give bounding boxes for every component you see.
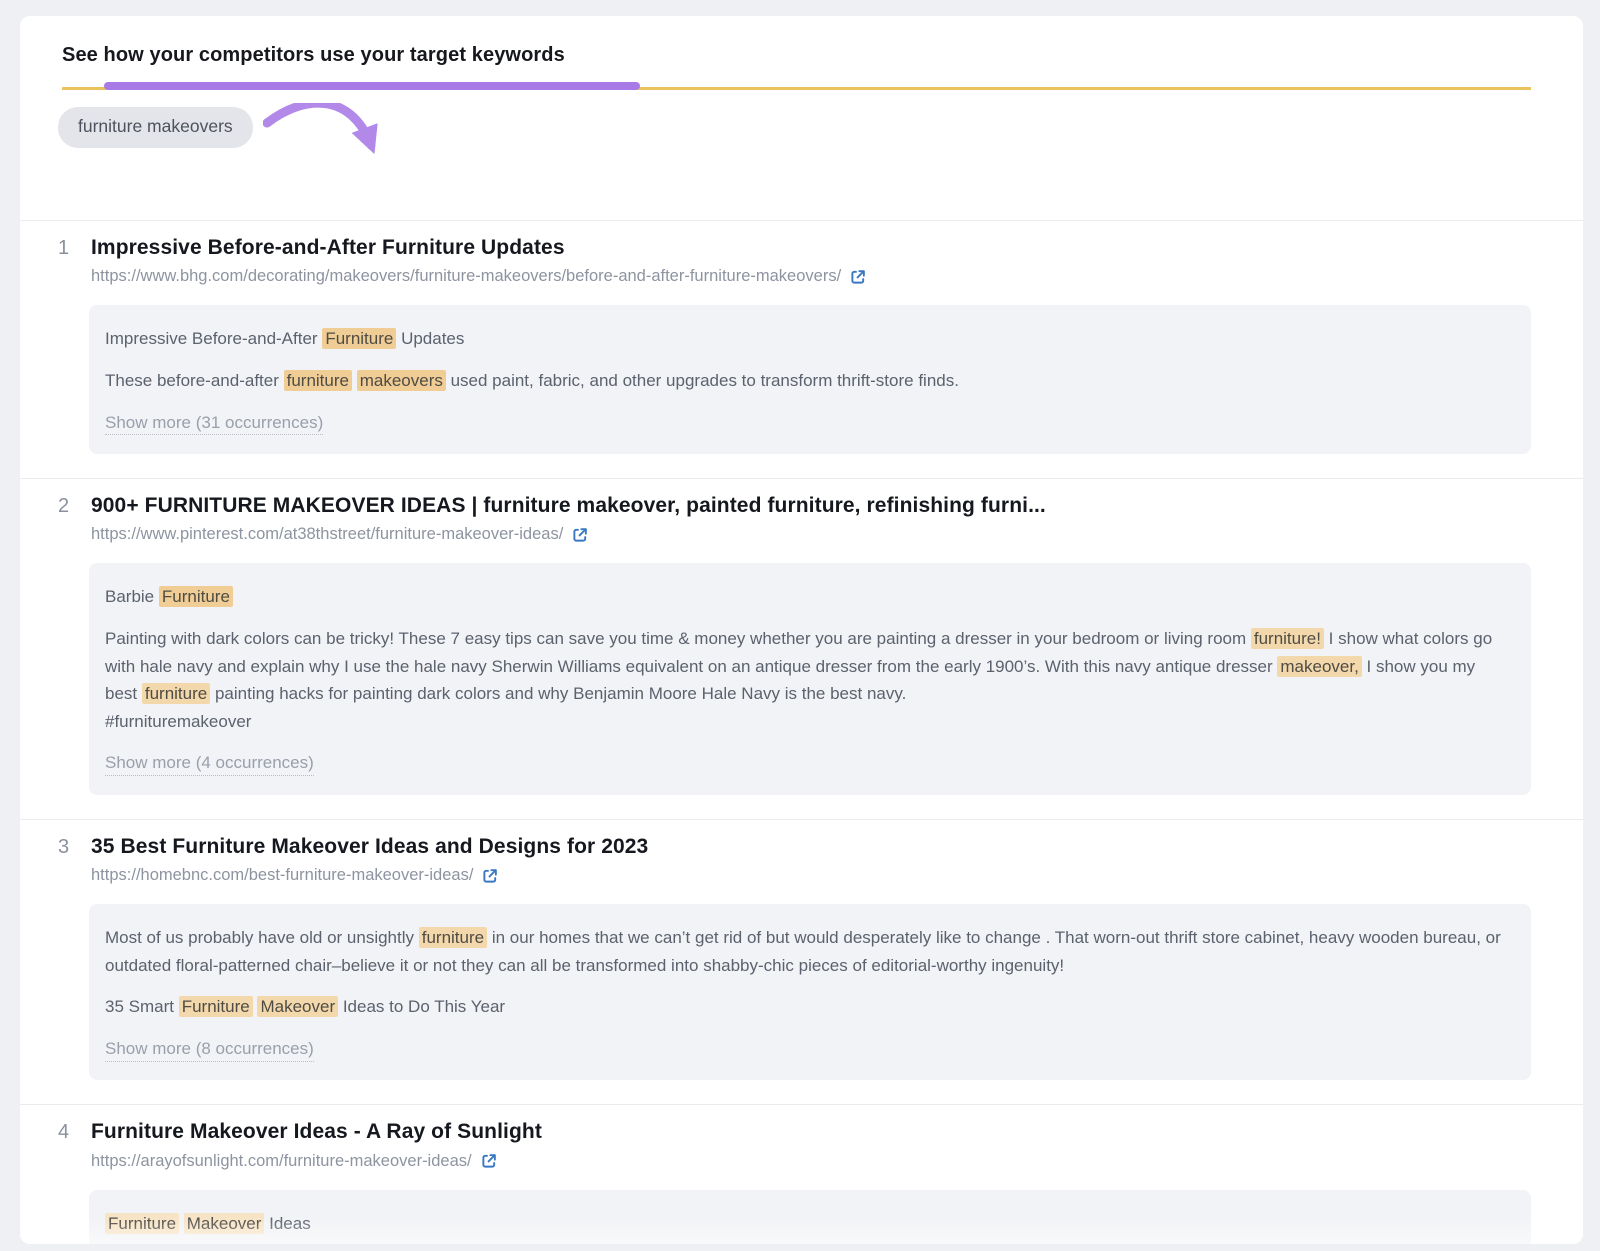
keyword-highlight: Furniture (179, 996, 253, 1017)
snippet-text: These before-and-after furniture makeove… (105, 367, 1509, 395)
snippet-box: Most of us probably have old or unsightl… (89, 904, 1531, 1080)
result-url-row: https://www.bhg.com/decorating/makeovers… (91, 265, 1531, 288)
keyword-highlight: furniture! (1251, 628, 1324, 649)
keyword-highlight: Furniture (159, 586, 233, 607)
header-divider-line (62, 87, 1531, 90)
snippet-text: 35 Smart Furniture Makeover Ideas to Do … (105, 993, 1509, 1021)
snippet-text: Impressive Before-and-After Furniture Up… (105, 325, 1509, 353)
external-link-icon[interactable] (849, 268, 867, 286)
result-item: 4 Furniture Makeover Ideas - A Ray of Su… (20, 1104, 1583, 1244)
result-head: 1 Impressive Before-and-After Furniture … (58, 234, 1531, 288)
keyword-highlight: furniture (142, 683, 210, 704)
keyword-highlight: Furniture (322, 328, 396, 349)
show-more-link[interactable]: Show more (8 occurrences) (105, 1038, 314, 1062)
title-underline-highlight (104, 82, 640, 90)
external-link-icon[interactable] (481, 867, 499, 885)
result-head: 4 Furniture Makeover Ideas - A Ray of Su… (58, 1118, 1531, 1172)
page-title: See how your competitors use your target… (62, 42, 1531, 68)
snippet-box: Barbie Furniture Painting with dark color… (89, 563, 1531, 794)
keyword-highlight: Makeover (257, 996, 338, 1017)
result-title: Impressive Before-and-After Furniture Up… (91, 234, 1531, 262)
result-title: 35 Best Furniture Makeover Ideas and Des… (91, 833, 1531, 861)
show-more-link[interactable]: Show more (31 occurrences) (105, 412, 323, 436)
keyword-row: furniture makeovers (20, 90, 1583, 221)
keyword-highlight: furniture (419, 927, 487, 948)
external-link-icon[interactable] (571, 526, 589, 544)
show-more-link[interactable]: Show more (4 occurrences) (105, 752, 314, 776)
result-rank: 1 (58, 234, 91, 260)
result-url-row: https://arayofsunlight.com/furniture-mak… (91, 1150, 1531, 1173)
snippet-text: Barbie Furniture (105, 583, 1509, 611)
result-url: https://arayofsunlight.com/furniture-mak… (91, 1150, 472, 1173)
snippet-box: Impressive Before-and-After Furniture Up… (89, 305, 1531, 454)
keyword-chip: furniture makeovers (58, 107, 253, 148)
serp-analysis-card: See how your competitors use your target… (20, 16, 1583, 1244)
results-list: 1 Impressive Before-and-After Furniture … (20, 221, 1583, 1244)
result-url: https://www.pinterest.com/at38thstreet/f… (91, 523, 563, 546)
snippet-text: Furniture Makeover Ideas (105, 1210, 1509, 1238)
result-head-main: 900+ FURNITURE MAKEOVER IDEAS | furnitur… (91, 492, 1531, 546)
keyword-highlight: makeovers (357, 370, 446, 391)
curved-arrow-icon (263, 103, 397, 173)
result-url-row: https://homebnc.com/best-furniture-makeo… (91, 864, 1531, 887)
result-head-main: Impressive Before-and-After Furniture Up… (91, 234, 1531, 288)
snippet-text: Most of us probably have old or unsightl… (105, 924, 1509, 979)
snippet-box: Furniture Makeover IdeasLooking to redec… (89, 1190, 1531, 1244)
result-url: https://www.bhg.com/decorating/makeovers… (91, 265, 841, 288)
external-link-icon[interactable] (480, 1152, 498, 1170)
result-rank: 4 (58, 1118, 91, 1144)
result-url-row: https://www.pinterest.com/at38thstreet/f… (91, 523, 1531, 546)
keyword-highlight: furniture (284, 370, 352, 391)
result-head-main: 35 Best Furniture Makeover Ideas and Des… (91, 833, 1531, 887)
result-url: https://homebnc.com/best-furniture-makeo… (91, 864, 473, 887)
result-head: 3 35 Best Furniture Makeover Ideas and D… (58, 833, 1531, 887)
result-item: 2 900+ FURNITURE MAKEOVER IDEAS | furnit… (20, 478, 1583, 819)
result-rank: 3 (58, 833, 91, 859)
result-item: 3 35 Best Furniture Makeover Ideas and D… (20, 819, 1583, 1105)
keyword-highlight: makeover, (1277, 656, 1361, 677)
result-head: 2 900+ FURNITURE MAKEOVER IDEAS | furnit… (58, 492, 1531, 546)
result-head-main: Furniture Makeover Ideas - A Ray of Sunl… (91, 1118, 1531, 1172)
card-header: See how your competitors use your target… (20, 16, 1583, 90)
result-title: Furniture Makeover Ideas - A Ray of Sunl… (91, 1118, 1531, 1146)
keyword-highlight: Makeover (184, 1213, 265, 1234)
result-item: 1 Impressive Before-and-After Furniture … (20, 221, 1583, 478)
snippet-text: Painting with dark colors can be tricky!… (105, 625, 1509, 735)
result-rank: 2 (58, 492, 91, 518)
result-title: 900+ FURNITURE MAKEOVER IDEAS | furnitur… (91, 492, 1531, 520)
keyword-highlight: Furniture (105, 1213, 179, 1234)
